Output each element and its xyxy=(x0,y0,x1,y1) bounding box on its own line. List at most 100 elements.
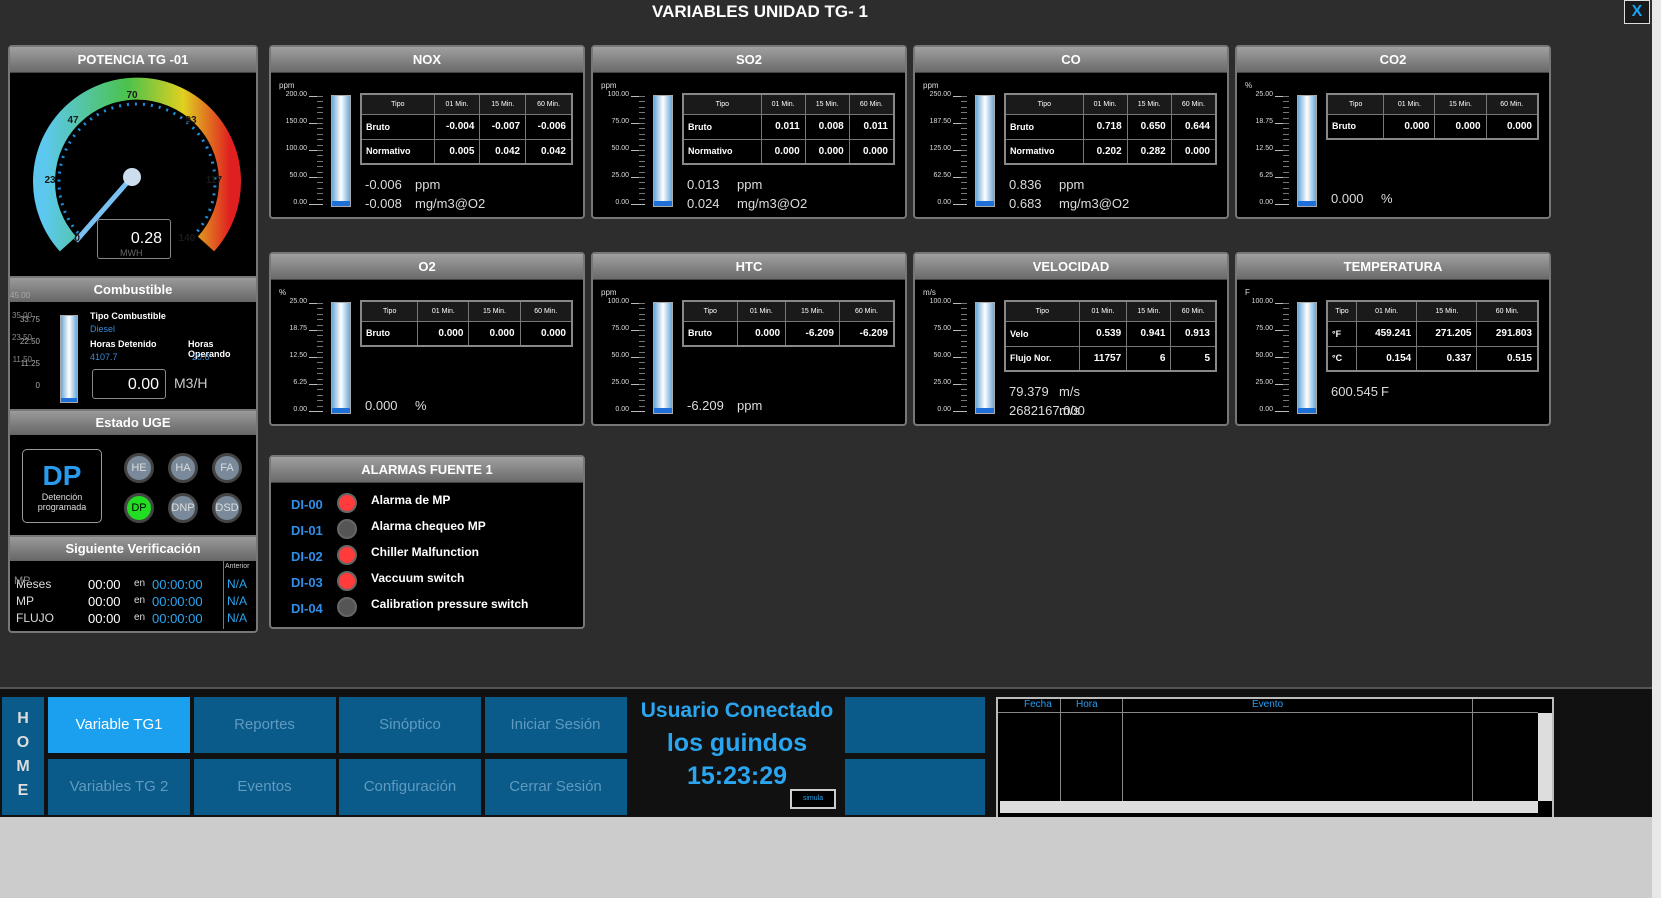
nav-button-configuraci-n[interactable]: Configuración xyxy=(339,759,481,815)
gauge-minor-tick xyxy=(317,313,323,315)
gauge-scale-label: 62.50 xyxy=(933,172,951,179)
gauge-row-value: 0.000 xyxy=(736,320,787,347)
gauge-minor-tick xyxy=(639,308,645,310)
gauge-minor-tick xyxy=(639,405,645,407)
gauge-minor-tick xyxy=(639,106,645,108)
gauge-minor-tick xyxy=(1283,330,1289,331)
estado-dsd-button[interactable]: DSD xyxy=(212,493,242,523)
gauge-table-header-cell: Tipo xyxy=(1004,93,1084,115)
gauge-row-value: 0.000 xyxy=(760,138,806,165)
gauge-scale-label: 6.25 xyxy=(293,379,307,386)
nav-button-iniciar-sesi-n[interactable]: Iniciar Sesión xyxy=(484,697,627,753)
gauge-minor-tick xyxy=(1283,198,1289,200)
gauge-row-value: 0.282 xyxy=(1126,138,1172,165)
gauge-row-label: °C xyxy=(1326,345,1357,372)
gauge-minor-tick xyxy=(961,362,967,364)
gauge-minor-tick xyxy=(639,101,645,103)
gauge-row-value: -0.006 xyxy=(525,113,573,140)
verif-row-time: 00:00 xyxy=(88,594,121,609)
gauge-row-value: 11757 xyxy=(1078,345,1128,372)
nav-button-sin-ptico[interactable]: Sinóptico xyxy=(339,697,481,753)
flow-value: 0.00 xyxy=(92,369,166,399)
combustible-scale-overlap: 11.50 xyxy=(12,355,32,364)
gauge-reading-1-unit: ppm xyxy=(1059,177,1085,192)
gauge-minor-tick xyxy=(317,335,323,337)
gauge-reading-1-unit: % xyxy=(415,398,427,413)
gauge-scale-label: 25.00 xyxy=(289,298,307,305)
gauge-level-fill xyxy=(332,408,350,413)
gauge-minor-tick xyxy=(317,139,323,141)
gauge-reading-1: 0.836 xyxy=(1009,177,1042,192)
event-log-hscroll[interactable] xyxy=(1000,801,1538,813)
gauge-table-row: °C 0.154 0.337 0.515 xyxy=(1326,345,1539,372)
gauge-minor-tick xyxy=(1283,187,1289,189)
gauge-minor-tick xyxy=(317,351,323,353)
alarm-led-icon xyxy=(337,493,357,513)
estado-dp-button[interactable]: DP xyxy=(124,493,154,523)
gauge-scale-label: 0.00 xyxy=(937,199,951,206)
gauge-level-fill xyxy=(1298,408,1316,413)
gauge-row-value: 0.718 xyxy=(1082,113,1128,140)
blank-nav-button-1[interactable] xyxy=(845,697,985,753)
simula-button[interactable]: simula xyxy=(790,789,836,809)
gauge-minor-tick xyxy=(639,389,645,391)
gauge-table: Tipo 01 Min. 15 Min. 60 Min. Bruto 0.000 -6.20… xyxy=(682,300,895,347)
gauge-minor-tick xyxy=(1283,378,1289,380)
gauge-minor-tick xyxy=(961,324,967,326)
nav-button-cerrar-sesi-n[interactable]: Cerrar Sesión xyxy=(484,759,627,815)
gauge-reading-1: 0.013 xyxy=(687,177,720,192)
gauge-minor-tick xyxy=(961,123,967,124)
gauge-scale-label: 50.00 xyxy=(1255,352,1273,359)
combustible-level-bar xyxy=(60,315,78,403)
gauge-minor-tick xyxy=(961,373,967,375)
gauge-row-value: 291.803 xyxy=(1476,320,1539,347)
gauge-minor-tick xyxy=(961,155,967,157)
gauge-unit: ppm xyxy=(601,81,617,90)
estado-he-button[interactable]: HE xyxy=(124,453,154,483)
gauge-minor-tick xyxy=(961,166,967,168)
estado-fa-button[interactable]: FA xyxy=(212,453,242,483)
nav-button-reportes[interactable]: Reportes xyxy=(193,697,336,753)
gauge-scale-label: 18.75 xyxy=(1255,118,1273,125)
verif-row-overlap: MP xyxy=(14,575,31,587)
nav-button-variable-tg1[interactable]: Variable TG1 xyxy=(48,697,190,753)
gauge-row-label: Flujo Nor. xyxy=(1004,345,1080,372)
gauge-minor-tick xyxy=(961,101,967,103)
combustible-title: Combustible xyxy=(10,278,256,302)
alarmas-title: ALARMAS FUENTE 1 xyxy=(271,457,583,483)
gauge-minor-tick xyxy=(1283,128,1289,130)
blank-nav-button-2[interactable] xyxy=(845,759,985,815)
gauge-scale-label: 100.00 xyxy=(285,145,307,152)
gauge-table-row: Bruto 0.718 0.650 0.644 xyxy=(1004,113,1217,140)
nav-button-variables-tg-2[interactable]: Variables TG 2 xyxy=(48,759,190,815)
alarm-row: DI-04 Calibration pressure switch xyxy=(291,595,581,619)
gauge-minor-tick xyxy=(317,384,323,385)
gauge-minor-tick xyxy=(639,340,645,342)
gauge-table-header-cell: 01 Min. xyxy=(1383,93,1436,115)
gauge-table-header-cell: 01 Min. xyxy=(1355,300,1418,322)
alarm-name: Chiller Malfunction xyxy=(371,545,479,559)
estado-code: DP xyxy=(42,460,82,491)
estado-dnp-button[interactable]: DNP xyxy=(168,493,198,523)
home-button[interactable]: H O M E xyxy=(2,697,44,815)
gauge-minor-tick xyxy=(1283,106,1289,108)
gauge-minor-tick xyxy=(961,400,967,402)
window-scrollbar[interactable] xyxy=(1652,0,1661,898)
gauge-scale-label: 0.00 xyxy=(1259,406,1273,413)
estado-ha-button[interactable]: HA xyxy=(168,453,198,483)
tipo-combustible-value: Diesel xyxy=(90,324,116,334)
nav-button-eventos[interactable]: Eventos xyxy=(193,759,336,815)
gauge-table-row: Bruto 0.000 0.000 0.000 xyxy=(1326,113,1539,140)
gauge-minor-tick xyxy=(317,112,323,114)
alarm-led-icon xyxy=(337,571,357,591)
gauge-scale-tick xyxy=(953,204,967,205)
gauge-minor-tick xyxy=(1283,308,1289,310)
gauge-minor-tick xyxy=(1283,117,1289,119)
event-log-vscroll[interactable] xyxy=(1538,713,1552,801)
clock: 15:23:29 xyxy=(686,762,788,790)
gauge-table: Tipo 01 Min. 15 Min. 60 Min. Bruto -0.004 -0.0… xyxy=(360,93,573,165)
alarm-id: DI-00 xyxy=(291,497,323,512)
gauge-scale-label: 100.00 xyxy=(1251,298,1273,305)
close-button[interactable]: X xyxy=(1624,0,1650,24)
gauge-table-header-cell: 15 Min. xyxy=(468,300,521,322)
